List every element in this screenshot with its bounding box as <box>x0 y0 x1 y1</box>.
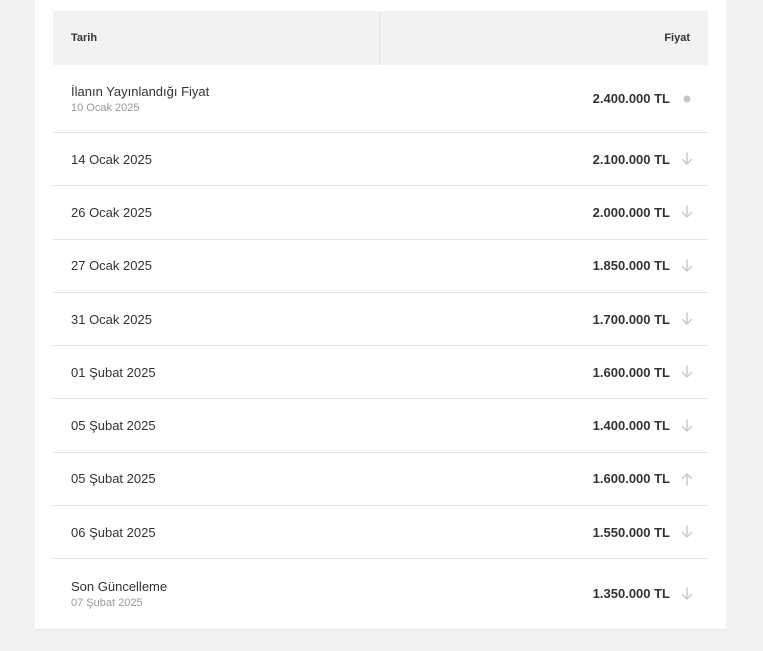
table-row: İlanın Yayınlandığı Fiyat 10 Ocak 2025 2… <box>53 65 708 133</box>
table-row: Son Güncelleme 07 Şubat 2025 1.350.000 T… <box>53 559 708 628</box>
column-header-date: Tarih <box>53 11 380 65</box>
arrow-up-icon <box>680 472 694 486</box>
arrow-down-icon <box>680 152 694 166</box>
price-history-table: Tarih Fiyat İlanın Yayınlandığı Fiyat 10… <box>53 11 708 628</box>
table-row: 26 Ocak 2025 2.000.000 TL <box>53 186 708 240</box>
date-cell: Son Güncelleme 07 Şubat 2025 <box>71 579 167 609</box>
table-row: 05 Şubat 2025 1.600.000 TL <box>53 453 708 507</box>
price-cell: 2.000.000 TL <box>593 205 694 220</box>
table-row: 06 Şubat 2025 1.550.000 TL <box>53 506 708 560</box>
row-title: İlanın Yayınlandığı Fiyat <box>71 83 210 99</box>
date-cell: 01 Şubat 2025 <box>71 365 156 380</box>
price-cell: 1.550.000 TL <box>593 525 694 540</box>
date-cell: 06 Şubat 2025 <box>71 525 156 540</box>
price-value: 1.700.000 TL <box>592 311 670 327</box>
table-header: Tarih Fiyat <box>53 11 708 65</box>
arrow-down-icon <box>680 587 694 601</box>
price-history-card: Tarih Fiyat İlanın Yayınlandığı Fiyat 10… <box>35 0 726 630</box>
date-cell: 05 Şubat 2025 <box>71 418 156 433</box>
price-value: 1.400.000 TL <box>592 418 670 434</box>
table-row: 31 Ocak 2025 1.700.000 TL <box>53 293 708 347</box>
row-title: 14 Ocak 2025 <box>71 151 152 167</box>
row-subtitle: 10 Ocak 2025 <box>71 101 140 114</box>
price-cell: 1.600.000 TL <box>593 471 694 486</box>
row-title: Son Güncelleme <box>71 578 168 594</box>
table-row: 14 Ocak 2025 2.100.000 TL <box>53 133 708 187</box>
column-header-price: Fiyat <box>664 32 690 44</box>
arrow-down-icon <box>680 365 694 379</box>
price-cell: 1.850.000 TL <box>593 258 694 273</box>
date-cell: İlanın Yayınlandığı Fiyat 10 Ocak 2025 <box>71 84 209 114</box>
row-title: 27 Ocak 2025 <box>71 258 152 274</box>
date-cell: 27 Ocak 2025 <box>71 258 152 273</box>
price-value: 1.850.000 TL <box>592 258 670 274</box>
price-cell: 2.100.000 TL <box>593 152 694 167</box>
date-cell: 05 Şubat 2025 <box>71 471 156 486</box>
table-row: 27 Ocak 2025 1.850.000 TL <box>53 240 708 293</box>
price-value: 2.100.000 TL <box>592 151 670 167</box>
date-cell: 31 Ocak 2025 <box>71 312 152 327</box>
arrow-down-icon <box>680 418 694 433</box>
row-title: 26 Ocak 2025 <box>71 204 152 220</box>
row-title: 31 Ocak 2025 <box>71 311 152 327</box>
arrow-down-icon <box>680 312 694 326</box>
row-title: 06 Şubat 2025 <box>71 524 156 540</box>
date-cell: 26 Ocak 2025 <box>71 205 152 220</box>
price-value: 2.000.000 TL <box>592 204 670 220</box>
row-title: 05 Şubat 2025 <box>71 471 156 487</box>
table-row: 05 Şubat 2025 1.400.000 TL <box>53 399 708 453</box>
date-cell: 14 Ocak 2025 <box>71 152 152 167</box>
price-value: 1.600.000 TL <box>592 471 670 487</box>
price-value: 1.600.000 TL <box>592 364 670 380</box>
price-value: 1.550.000 TL <box>592 524 670 540</box>
price-cell: 1.700.000 TL <box>593 312 694 327</box>
price-cell: 2.400.000 TL <box>593 91 694 106</box>
arrow-down-icon <box>680 259 694 273</box>
arrow-down-icon <box>680 525 694 539</box>
price-value: 2.400.000 TL <box>592 91 670 106</box>
table-row: 01 Şubat 2025 1.600.000 TL <box>53 346 708 400</box>
arrow-down-icon <box>680 205 694 219</box>
price-cell: 1.400.000 TL <box>593 418 694 433</box>
price-cell: 1.350.000 TL <box>593 586 694 601</box>
price-value: 1.350.000 TL <box>592 586 670 602</box>
dot-icon <box>680 92 694 106</box>
row-subtitle: 07 Şubat 2025 <box>71 596 143 609</box>
price-cell: 1.600.000 TL <box>593 365 694 380</box>
row-title: 05 Şubat 2025 <box>71 418 156 434</box>
row-title: 01 Şubat 2025 <box>71 364 156 380</box>
